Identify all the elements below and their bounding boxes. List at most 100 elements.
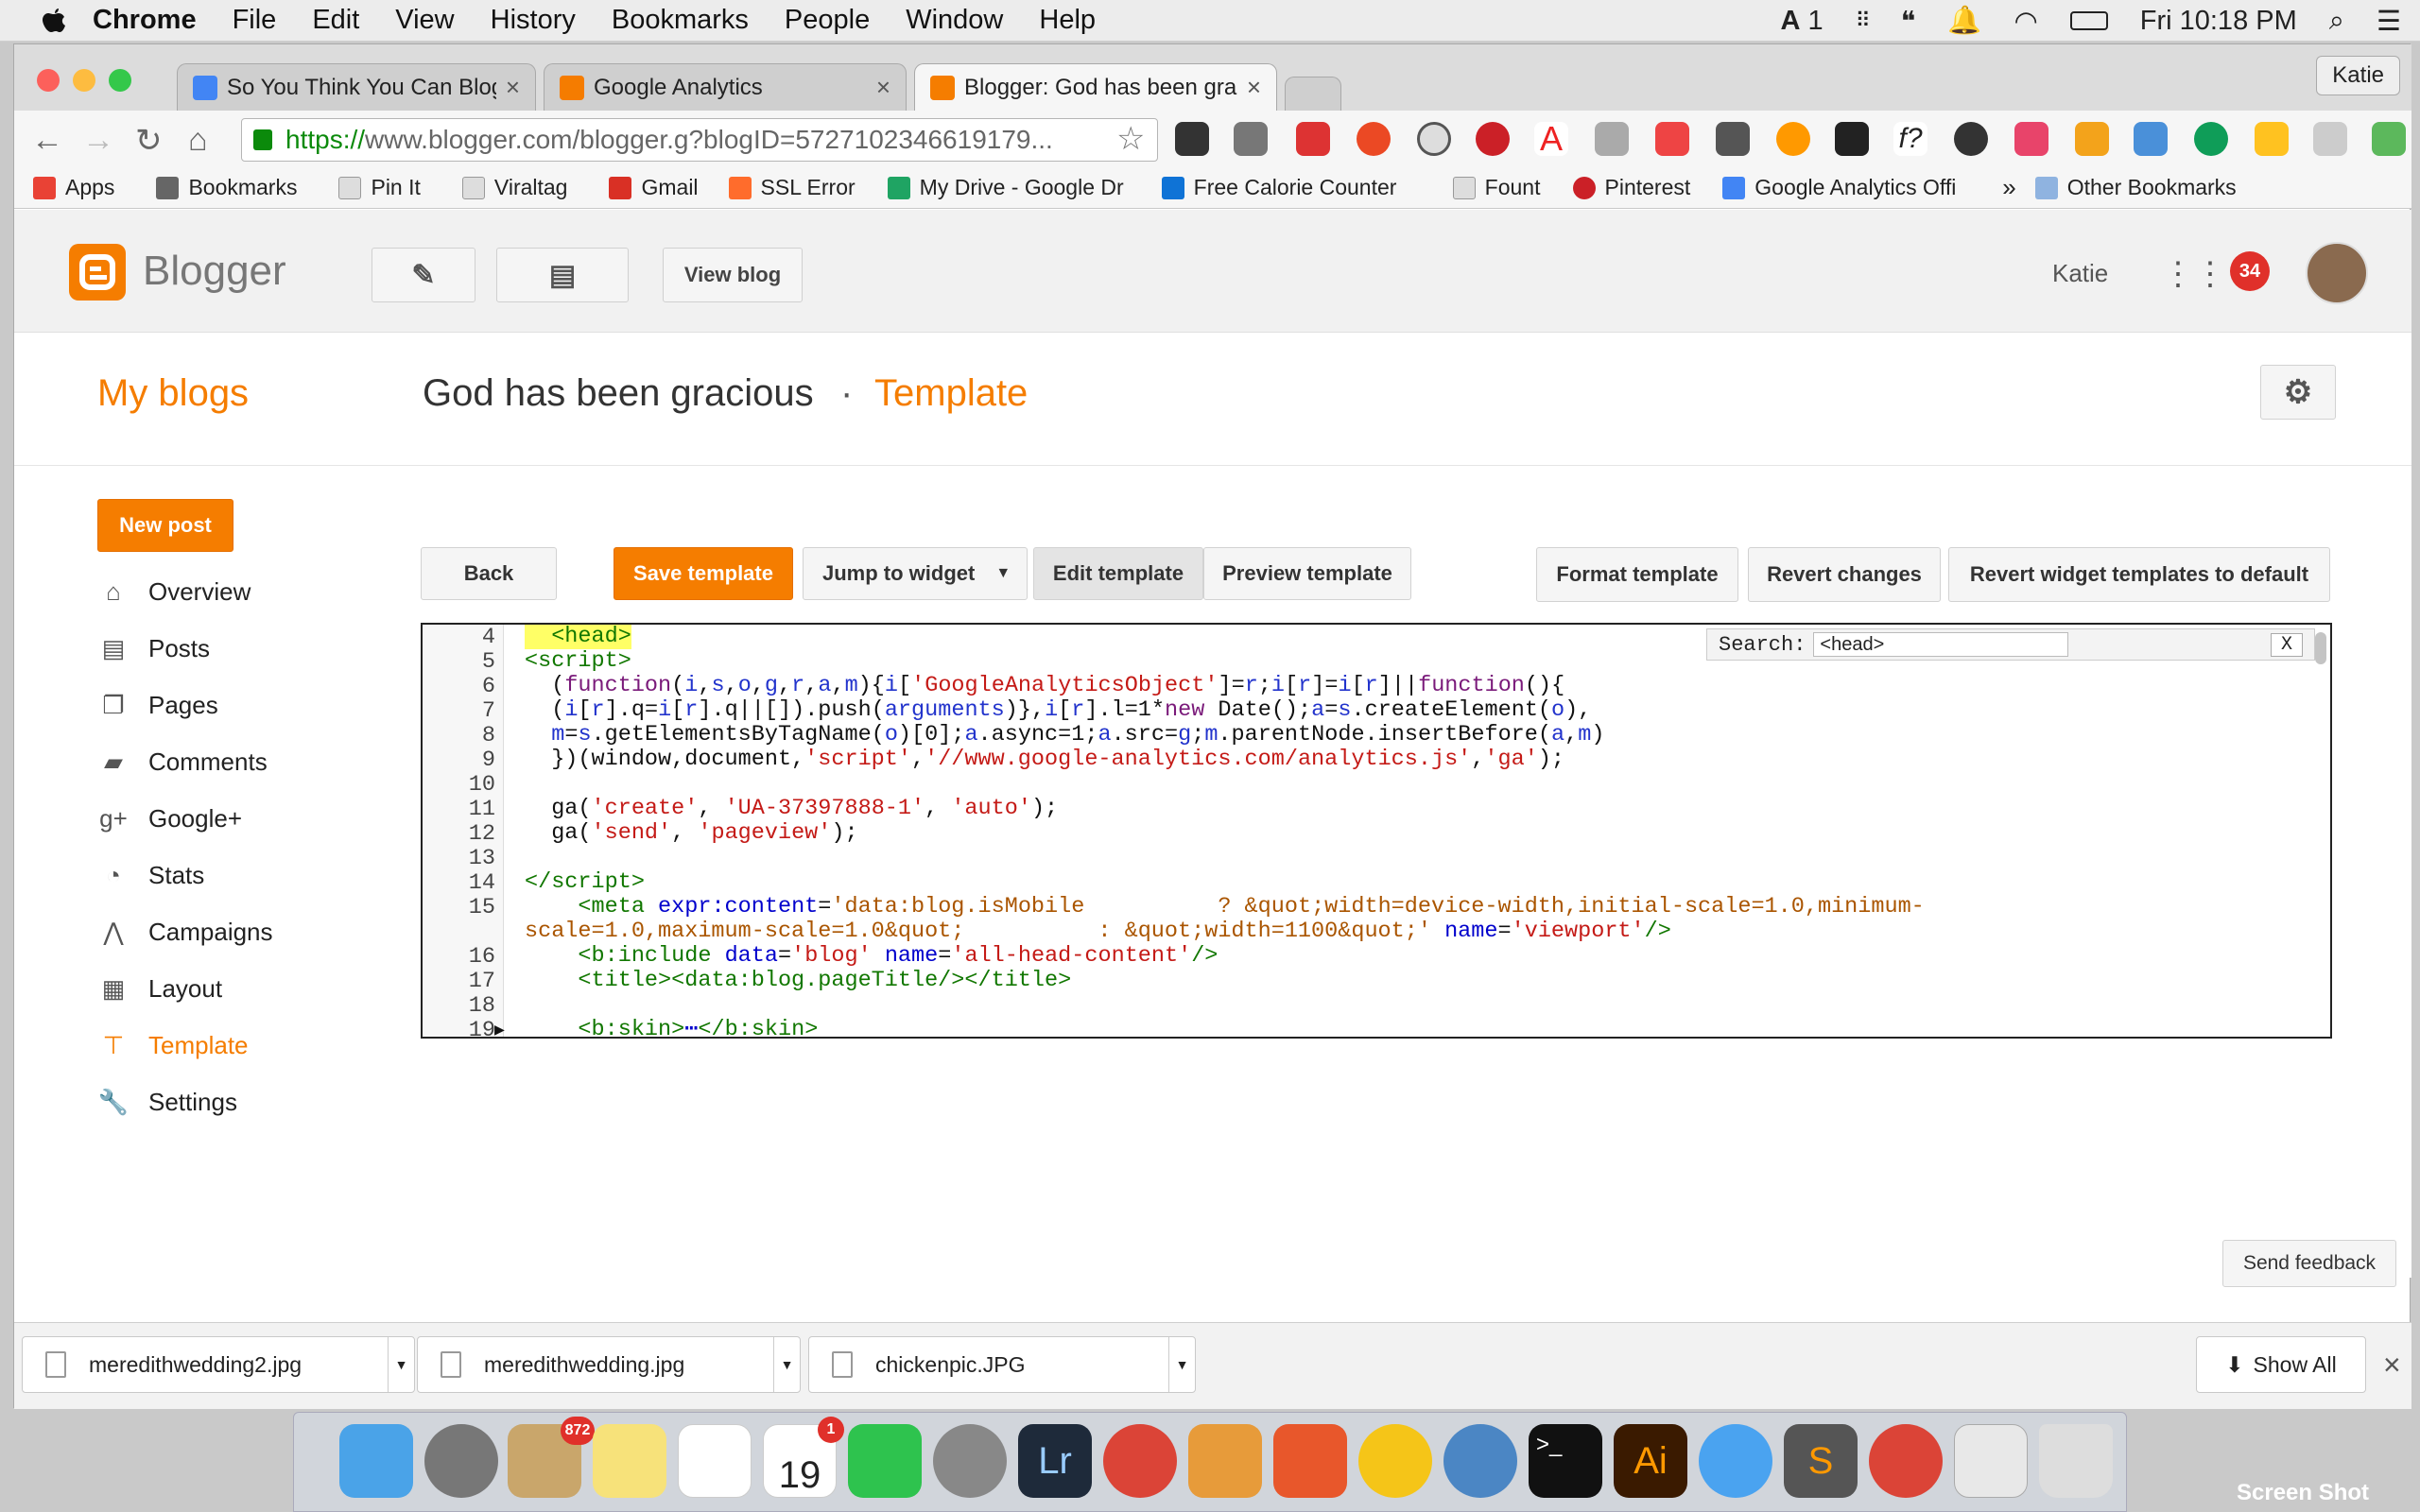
home-icon[interactable]: ⌂ xyxy=(188,122,208,159)
bookmark-gmail[interactable]: Gmail xyxy=(609,175,699,200)
bookmark-google-analytics[interactable]: Google Analytics Offi xyxy=(1722,175,1964,200)
bookmark-calorie-counter[interactable]: Free Calorie Counter xyxy=(1161,175,1426,200)
check-extension-icon[interactable] xyxy=(1595,122,1629,156)
download-extension-icon[interactable] xyxy=(2075,122,2109,156)
notifications-badge[interactable]: 34 xyxy=(2230,251,2270,291)
stumbleupon-extension-icon[interactable] xyxy=(1357,122,1391,156)
revert-changes-button[interactable]: Revert changes xyxy=(1748,547,1941,602)
show-all-downloads-button[interactable]: ⬇ Show All xyxy=(2196,1336,2366,1393)
chevron-down-icon[interactable]: ▼ xyxy=(1168,1337,1195,1392)
outlook-icon[interactable] xyxy=(1358,1424,1432,1498)
bookmark-pinterest[interactable]: Pinterest xyxy=(1572,175,1690,200)
screenshot-desktop-label[interactable]: Screen Shot xyxy=(2237,1480,2369,1506)
download-item[interactable]: meredithwedding2.jpg ▼ xyxy=(22,1336,415,1393)
buffer-extension-icon[interactable] xyxy=(1175,122,1209,156)
save-template-button[interactable]: Save template xyxy=(614,547,793,600)
tab-google-analytics[interactable]: Google Analytics × xyxy=(544,63,907,111)
powerpoint-icon[interactable] xyxy=(1273,1424,1347,1498)
back-button[interactable]: Back xyxy=(421,547,557,600)
messages-icon[interactable] xyxy=(1699,1424,1772,1498)
avatar[interactable] xyxy=(2306,242,2368,304)
spotlight-search-icon[interactable]: ⌕ xyxy=(2329,6,2344,37)
sidebar-item-settings[interactable]: 🔧 Settings xyxy=(97,1083,381,1121)
posts-list-button[interactable]: ▤ xyxy=(496,248,629,302)
close-search-button[interactable]: X xyxy=(2270,632,2303,657)
close-downloads-icon[interactable]: × xyxy=(2383,1348,2401,1383)
adblock-extension-icon[interactable] xyxy=(1296,122,1330,156)
sidebar-item-google-plus[interactable]: g+ Google+ xyxy=(97,799,381,837)
menu-edit[interactable]: Edit xyxy=(312,5,359,36)
bookmarks-overflow-icon[interactable]: » xyxy=(2002,173,2015,202)
tab-so-you-think[interactable]: So You Think You Can Blog × xyxy=(177,63,536,111)
record-extension-icon[interactable] xyxy=(1655,122,1689,156)
sidebar-item-template[interactable]: ⊤ Template xyxy=(97,1026,381,1064)
sidebar-item-campaigns[interactable]: ⋀ Campaigns xyxy=(97,913,381,951)
eyedropper-extension-icon[interactable] xyxy=(1234,122,1268,156)
sidebar-item-posts[interactable]: ▤ Posts xyxy=(97,629,381,667)
menu-help[interactable]: Help xyxy=(1039,5,1096,36)
blogger-logo-icon[interactable] xyxy=(69,244,126,301)
sidebar-item-overview[interactable]: ⌂ Overview xyxy=(97,573,381,610)
lightroom-icon[interactable]: Lr xyxy=(1018,1424,1092,1498)
send-feedback-button[interactable]: Send feedback xyxy=(2222,1240,2396,1287)
code-content[interactable]: <head> <script> (function(i,s,o,g,r,a,m)… xyxy=(525,625,1925,1037)
sidebar-item-stats[interactable]: ◔ Stats xyxy=(97,856,381,894)
menu-bookmarks[interactable]: Bookmarks xyxy=(612,5,749,36)
clock-extension-icon[interactable] xyxy=(1417,122,1451,156)
bookmark-apps[interactable]: Apps xyxy=(33,175,114,200)
new-post-button[interactable]: New post xyxy=(97,499,233,552)
revert-widget-templates-button[interactable]: Revert widget templates to default xyxy=(1948,547,2330,602)
bookmark-other[interactable]: Other Bookmarks xyxy=(2034,175,2237,200)
preview-template-button[interactable]: Preview template xyxy=(1203,547,1411,600)
wifi-icon[interactable]: ◠ xyxy=(2014,5,2037,38)
zoom-window-button[interactable] xyxy=(109,69,131,92)
branch-extension-icon[interactable] xyxy=(2014,122,2048,156)
walmart-extension-icon[interactable] xyxy=(2255,122,2289,156)
bookmark-star-icon[interactable]: ☆ xyxy=(1116,120,1145,158)
jump-to-widget-dropdown[interactable]: Jump to widget ▼ xyxy=(803,547,1028,600)
new-post-pencil-button[interactable]: ✎ xyxy=(372,248,475,302)
dots-status-icon[interactable]: ⠿ xyxy=(1856,9,1871,33)
notification-center-icon[interactable]: ☰ xyxy=(2377,5,2401,38)
launchpad-icon[interactable] xyxy=(424,1424,498,1498)
bitly-extension-icon[interactable] xyxy=(1776,122,1810,156)
sidebar-item-comments[interactable]: ▰ Comments xyxy=(97,743,381,781)
search-input[interactable]: <head> xyxy=(1813,632,2069,657)
window-preview-icon[interactable] xyxy=(1954,1424,2028,1498)
download-item[interactable]: chickenpic.JPG ▼ xyxy=(808,1336,1196,1393)
sidebar-item-pages[interactable]: ❐ Pages xyxy=(97,686,381,724)
menu-window[interactable]: Window xyxy=(906,5,1003,36)
tab-blogger[interactable]: Blogger: God has been gracious × xyxy=(914,63,1277,111)
blogger-username[interactable]: Katie xyxy=(2052,259,2108,288)
minimize-window-button[interactable] xyxy=(73,69,95,92)
notes-icon[interactable] xyxy=(593,1424,666,1498)
menu-view[interactable]: View xyxy=(395,5,454,36)
settings-gear-button[interactable]: ⚙ xyxy=(2260,365,2336,420)
bookmark-pin-it[interactable]: Pin It xyxy=(338,175,421,200)
chevron-down-icon[interactable]: ▼ xyxy=(773,1337,800,1392)
illustrator-icon[interactable]: Ai xyxy=(1614,1424,1687,1498)
hangouts-extension-icon[interactable] xyxy=(2194,122,2228,156)
address-bar[interactable]: https:// www.blogger.com/blogger.g?blogI… xyxy=(241,118,1158,162)
reload-icon[interactable]: ↻ xyxy=(135,122,163,160)
terminal-icon[interactable]: >_ xyxy=(1529,1424,1602,1498)
fold-arrow-icon[interactable]: ▶ xyxy=(494,1020,505,1037)
download-item[interactable]: meredithwedding.jpg ▼ xyxy=(417,1336,801,1393)
bookmark-ssl-error[interactable]: SSL Error xyxy=(728,175,856,200)
back-arrow-icon[interactable]: ← xyxy=(31,122,63,159)
menu-history[interactable]: History xyxy=(491,5,576,36)
sublime-text-icon[interactable]: S xyxy=(1784,1424,1858,1498)
close-tab-icon[interactable]: × xyxy=(506,73,520,102)
template-code-editor[interactable]: 4 5 6 7 8 9 10 11 12 13 14 15 16 17 18 1… xyxy=(421,623,2332,1039)
facetime-icon[interactable] xyxy=(848,1424,922,1498)
close-tab-icon[interactable]: × xyxy=(876,73,890,102)
pocket-extension-icon[interactable] xyxy=(1716,122,1750,156)
menu-app-name[interactable]: Chrome xyxy=(93,5,197,36)
profile-button[interactable]: Katie xyxy=(2316,56,2400,95)
blogger-logo-text[interactable]: Blogger xyxy=(143,248,286,295)
evernote-extension-icon[interactable] xyxy=(1835,122,1869,156)
chevron-down-icon[interactable]: ▼ xyxy=(388,1337,414,1392)
close-tab-icon[interactable]: × xyxy=(1247,73,1261,102)
acrobat-extension-icon[interactable]: A xyxy=(1534,122,1568,156)
sidebar-item-layout[interactable]: ▦ Layout xyxy=(97,970,381,1007)
